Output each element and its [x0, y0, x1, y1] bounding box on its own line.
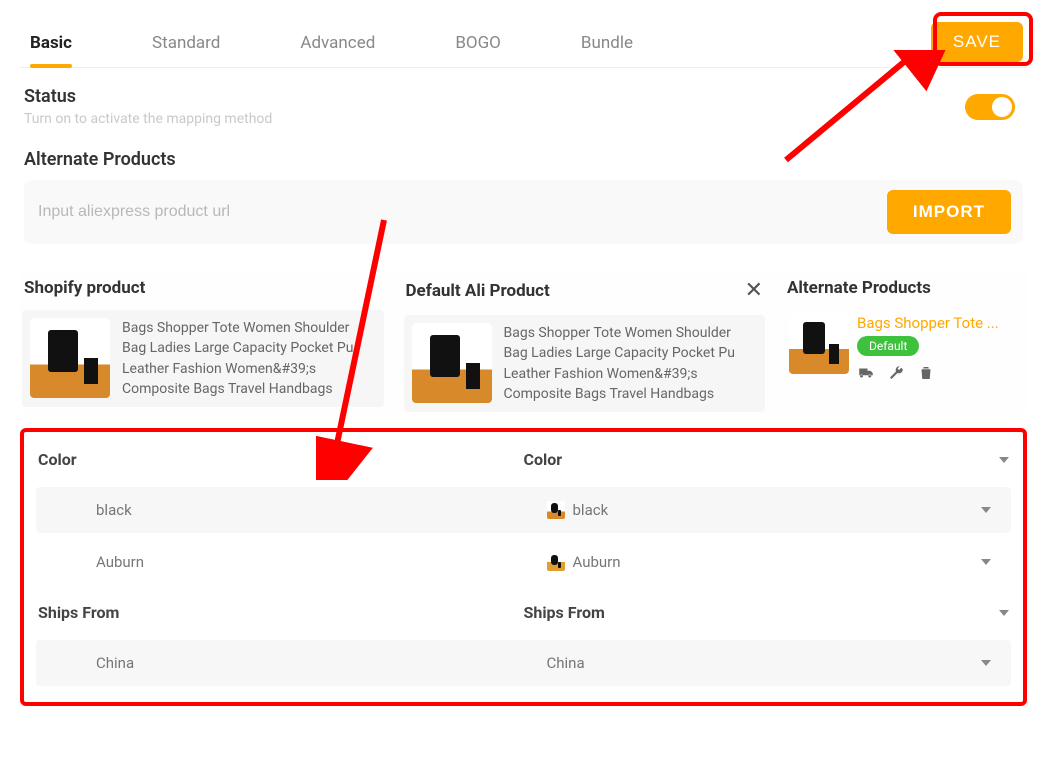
alternate-column-header: Alternate Products — [785, 272, 1025, 310]
ali-product-card[interactable]: Bags Shopper Tote Women Shoulder Bag Lad… — [404, 315, 766, 412]
variant-header-right-dropdown[interactable]: Ships From — [524, 603, 1010, 622]
product-thumb — [30, 318, 110, 398]
alternate-title: Alternate Products — [24, 149, 1023, 170]
alternate-column: Alternate Products Bags Shopper Tote ...… — [785, 272, 1025, 412]
chevron-down-icon — [981, 507, 991, 513]
variant-header-left: Ships From — [38, 603, 524, 622]
variant-header-right-dropdown[interactable]: Color — [524, 450, 1010, 469]
tab-bundle[interactable]: Bundle — [581, 21, 633, 67]
chevron-down-icon — [999, 457, 1009, 463]
aliexpress-url-input[interactable] — [36, 195, 887, 229]
status-subtitle: Turn on to activate the mapping method — [24, 111, 272, 127]
status-toggle[interactable] — [965, 94, 1015, 120]
product-thumb — [789, 314, 849, 374]
tab-standard[interactable]: Standard — [152, 21, 220, 67]
variant-left-value: China — [50, 654, 547, 672]
mapping-tabs: Basic Standard Advanced BOGO Bundle SAVE — [20, 20, 1027, 68]
variant-header-left: Color — [38, 450, 524, 469]
ali-product-desc: Bags Shopper Tote Women Shoulder Bag Lad… — [504, 323, 758, 404]
truck-icon[interactable] — [857, 364, 875, 386]
default-badge: Default — [857, 336, 919, 356]
chevron-down-icon — [999, 610, 1009, 616]
trash-icon[interactable] — [917, 364, 935, 386]
shopify-product-desc: Bags Shopper Tote Women Shoulder Bag Lad… — [122, 318, 376, 399]
swatch-thumb — [547, 553, 565, 571]
variant-right-dropdown[interactable]: Auburn — [547, 553, 998, 571]
ali-column: Default Ali Product ✕ Bags Shopper Tote … — [404, 272, 766, 412]
variant-mapping-table: Color Color black black Auburn Auburn Sh… — [20, 428, 1027, 706]
alternate-product-title: Bags Shopper Tote ... — [857, 314, 999, 332]
alternate-section: Alternate Products IMPORT — [20, 131, 1027, 248]
wrench-icon[interactable] — [887, 364, 905, 386]
variant-right-dropdown[interactable]: China — [547, 654, 998, 672]
tab-basic[interactable]: Basic — [30, 21, 72, 67]
product-thumb — [412, 323, 492, 403]
chevron-down-icon — [981, 559, 991, 565]
chevron-down-icon — [981, 660, 991, 666]
shopify-column-header: Shopify product — [22, 272, 384, 310]
status-section: Status Turn on to activate the mapping m… — [20, 68, 1027, 131]
alternate-product-card[interactable]: Bags Shopper Tote ... Default — [785, 310, 1025, 390]
variant-right-dropdown[interactable]: black — [547, 501, 998, 519]
ali-column-header: Default Ali Product — [406, 281, 550, 301]
shopify-product-card[interactable]: Bags Shopper Tote Women Shoulder Bag Lad… — [22, 310, 384, 407]
variant-left-value: Auburn — [50, 553, 547, 571]
import-button[interactable]: IMPORT — [887, 190, 1011, 234]
tab-bogo[interactable]: BOGO — [455, 21, 501, 67]
save-button[interactable]: SAVE — [931, 22, 1023, 62]
swatch-thumb — [547, 501, 565, 519]
remove-ali-product-icon[interactable]: ✕ — [745, 278, 763, 303]
shopify-column: Shopify product Bags Shopper Tote Women … — [22, 272, 384, 412]
tab-advanced[interactable]: Advanced — [300, 21, 375, 67]
status-title: Status — [24, 86, 272, 107]
variant-left-value: black — [50, 501, 547, 519]
